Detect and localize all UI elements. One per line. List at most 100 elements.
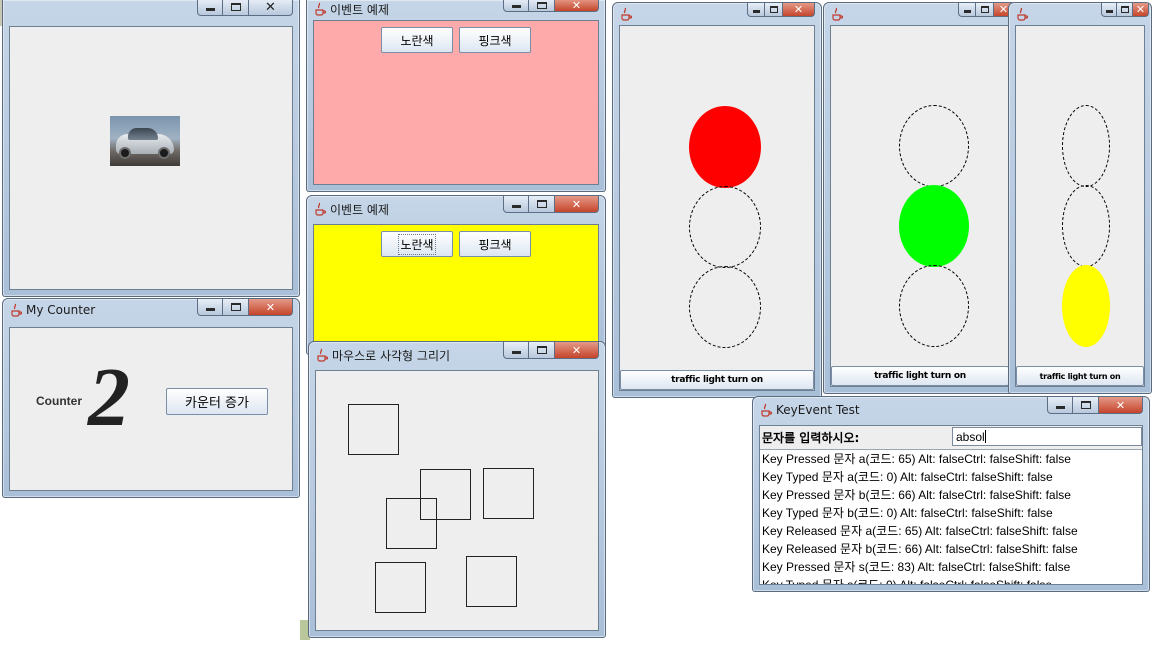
maximize-icon xyxy=(230,303,241,311)
maximize-icon xyxy=(769,6,778,13)
increment-counter-button[interactable]: 카운터 증가 xyxy=(166,388,268,415)
minimize-icon xyxy=(963,10,971,13)
title-bar[interactable]: ✕ xyxy=(830,3,1014,25)
close-icon: ✕ xyxy=(1135,3,1146,16)
input-prompt-label: 문자를 입력하시오: xyxy=(762,431,860,445)
title-bar[interactable]: KeyEvent Test ✕ xyxy=(759,397,1143,423)
drawn-rectangle xyxy=(375,562,426,613)
maximize-button[interactable] xyxy=(765,3,783,17)
minimize-button[interactable] xyxy=(958,3,976,17)
minimize-button[interactable] xyxy=(503,342,529,359)
minimize-button[interactable] xyxy=(1101,3,1117,17)
maximize-icon xyxy=(980,6,989,13)
close-button[interactable]: ✕ xyxy=(783,3,815,17)
log-line: Key Pressed 문자 b(코드: 66) Alt: falseCtrl:… xyxy=(762,488,1071,502)
log-line: Key Pressed 문자 s(코드: 83) Alt: falseCtrl:… xyxy=(762,560,1071,574)
close-button[interactable]: ✕ xyxy=(249,299,293,316)
close-icon: ✕ xyxy=(571,197,582,211)
java-icon xyxy=(1017,7,1028,21)
title-bar[interactable]: ✕ xyxy=(619,3,815,25)
traffic-light-panel: traffic light turn on xyxy=(619,25,815,391)
maximize-button[interactable] xyxy=(1073,397,1099,414)
close-icon: ✕ xyxy=(793,3,804,16)
image-panel xyxy=(9,26,293,290)
counter-value: 2 xyxy=(88,351,130,444)
minimize-icon xyxy=(1105,10,1113,13)
title-bar[interactable]: 이벤트 예제 ✕ xyxy=(313,0,599,18)
maximize-button[interactable] xyxy=(1117,3,1133,17)
green-lamp xyxy=(689,186,761,268)
maximize-button[interactable] xyxy=(976,3,994,17)
yellow-lamp xyxy=(1062,265,1110,347)
traffic-light-button[interactable]: traffic light turn on xyxy=(831,366,1009,386)
minimize-button[interactable] xyxy=(1047,397,1073,414)
maximize-icon xyxy=(536,346,547,354)
close-button[interactable]: ✕ xyxy=(555,196,599,213)
yellow-button[interactable]: 노란색 xyxy=(381,27,453,53)
minimize-icon xyxy=(205,8,215,11)
car-image xyxy=(110,116,180,166)
minimize-button[interactable] xyxy=(197,0,223,16)
log-line: Key Released 문자 a(코드: 65) Alt: falseCtrl… xyxy=(762,524,1078,538)
rectangle-drawing-window: 마우스로 사각형 그리기 ✕ xyxy=(308,341,606,638)
minimize-button[interactable] xyxy=(197,299,223,316)
key-input-field[interactable]: absol xyxy=(952,427,1142,446)
log-line: Key Typed 문자 b(코드: 0) Alt: falseCtrl: fa… xyxy=(762,506,1053,520)
key-event-log[interactable]: Key Pressed 문자 a(코드: 65) Alt: falseCtrl:… xyxy=(760,449,1142,584)
counter-panel: Counter 2 카운터 증가 xyxy=(9,327,293,491)
minimize-icon xyxy=(511,5,521,8)
minimize-icon xyxy=(205,308,215,311)
java-icon xyxy=(315,202,326,216)
maximize-icon xyxy=(1120,6,1129,13)
minimize-icon xyxy=(511,351,521,354)
close-icon: ✕ xyxy=(265,0,276,15)
title-bar[interactable]: ✕ xyxy=(1015,3,1149,25)
close-icon: ✕ xyxy=(571,343,582,357)
maximize-button[interactable] xyxy=(529,342,555,359)
yellow-lamp xyxy=(899,265,969,347)
close-icon: ✕ xyxy=(571,0,582,12)
pink-button[interactable]: 핑크색 xyxy=(459,231,531,257)
maximize-icon xyxy=(536,1,547,9)
maximize-icon xyxy=(230,3,241,11)
close-icon: ✕ xyxy=(265,300,276,314)
event-window-yellow: 이벤트 예제 ✕ 노란색 핑크색 xyxy=(306,195,606,355)
close-icon: ✕ xyxy=(998,3,1009,16)
maximize-button[interactable] xyxy=(223,0,249,16)
counter-label: Counter xyxy=(36,394,82,408)
maximize-icon xyxy=(536,200,547,208)
drawing-canvas[interactable] xyxy=(315,370,599,631)
title-bar[interactable]: 이벤트 예제 ✕ xyxy=(313,196,599,222)
close-icon: ✕ xyxy=(1115,398,1126,412)
title-bar[interactable]: 마우스로 사각형 그리기 ✕ xyxy=(315,342,599,368)
title-bar[interactable]: My Counter ✕ xyxy=(9,299,293,321)
close-button[interactable]: ✕ xyxy=(1099,397,1143,414)
traffic-light-window-green: ✕ traffic light turn on xyxy=(823,2,1017,394)
traffic-light-button[interactable]: traffic light turn on xyxy=(1016,366,1144,386)
close-button[interactable]: ✕ xyxy=(555,0,599,12)
close-button[interactable]: ✕ xyxy=(555,342,599,359)
event-window-pink: 이벤트 예제 ✕ 노란색 핑크색 xyxy=(306,0,606,192)
close-button[interactable]: ✕ xyxy=(249,0,293,16)
traffic-light-panel: traffic light turn on xyxy=(1015,25,1145,387)
java-icon xyxy=(11,303,22,317)
green-lamp xyxy=(1062,185,1110,267)
maximize-button[interactable] xyxy=(529,0,555,12)
minimize-button[interactable] xyxy=(503,0,529,12)
pink-button[interactable]: 핑크색 xyxy=(459,27,531,53)
close-button[interactable]: ✕ xyxy=(1133,3,1149,17)
window-title: 마우스로 사각형 그리기 xyxy=(332,348,451,363)
maximize-button[interactable] xyxy=(529,196,555,213)
drawn-rectangle xyxy=(466,556,517,607)
maximize-icon xyxy=(1080,401,1091,409)
title-bar[interactable]: ✕ xyxy=(9,0,293,22)
red-lamp xyxy=(899,105,969,187)
counter-window: My Counter ✕ Counter 2 카운터 증가 xyxy=(2,298,300,498)
traffic-light-button[interactable]: traffic light turn on xyxy=(620,370,814,390)
yellow-button[interactable]: 노란색 xyxy=(381,231,453,257)
log-line: Key Released 문자 b(코드: 66) Alt: falseCtrl… xyxy=(762,542,1078,556)
minimize-button[interactable] xyxy=(503,196,529,213)
minimize-icon xyxy=(1055,406,1065,409)
minimize-button[interactable] xyxy=(747,3,765,17)
maximize-button[interactable] xyxy=(223,299,249,316)
